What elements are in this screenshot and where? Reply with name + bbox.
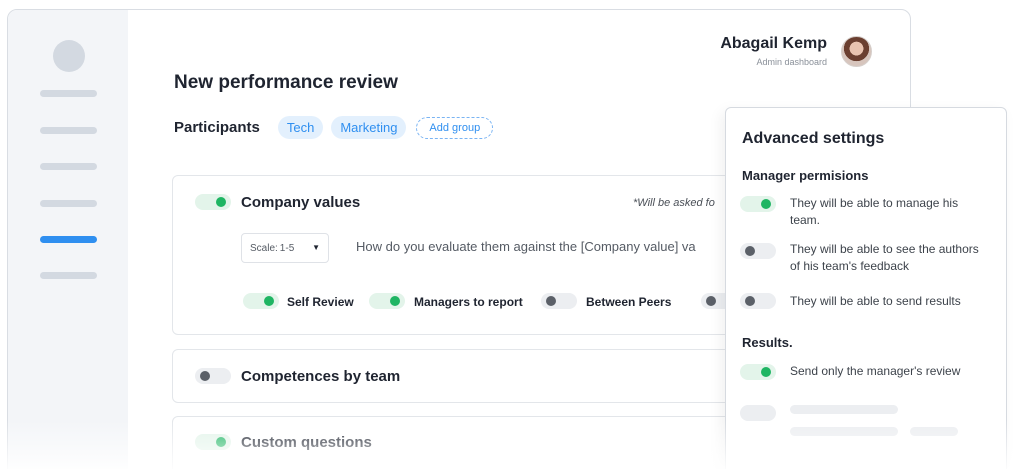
page-title: New performance review (174, 72, 398, 93)
participants-label: Participants (174, 119, 260, 136)
sidebar-item-1[interactable] (40, 90, 97, 97)
scale-select[interactable]: Scale: 1-5 ▼ (241, 233, 329, 263)
group-chip-tech[interactable]: Tech (277, 116, 324, 139)
skeleton-toggle (740, 405, 776, 421)
permission-toggle-send-results[interactable] (740, 293, 776, 309)
user-name: Abagail Kemp (720, 35, 827, 52)
group-chip-marketing[interactable]: Marketing (331, 116, 407, 139)
chevron-down-icon: ▼ (312, 243, 320, 252)
skeleton-line (910, 427, 958, 436)
section-toggle-custom-questions[interactable] (195, 434, 231, 450)
section-title: Custom questions (241, 434, 372, 451)
option-label-self-review: Self Review (287, 295, 354, 309)
option-label-managers-to-report: Managers to report (414, 295, 523, 309)
participants-row: Participants Tech Marketing Add group (174, 116, 494, 139)
permission-text-see-authors: They will be able to see the authors of … (790, 242, 979, 273)
permission-toggle-manage-team[interactable] (740, 196, 776, 212)
add-group-button[interactable]: Add group (416, 116, 494, 139)
avatar[interactable] (841, 35, 872, 67)
sidebar-item-4[interactable] (40, 200, 97, 207)
sidebar-item-3[interactable] (40, 163, 97, 170)
scale-label: Scale: (250, 242, 278, 254)
user-profile[interactable]: Abagail Kemp Admin dashboard (720, 35, 872, 67)
skeleton-line (790, 427, 898, 436)
results-text-manager-review: Send only the manager's review (790, 364, 961, 378)
section-toggle-company-values[interactable] (195, 194, 231, 210)
advanced-settings-panel: Advanced settings Manager permisions The… (725, 107, 1007, 469)
panel-title: Advanced settings (742, 130, 885, 147)
skeleton-line (790, 405, 898, 414)
permission-toggle-see-authors[interactable] (740, 243, 776, 259)
manager-permissions-title: Manager permisions (742, 168, 869, 183)
user-role: Admin dashboard (756, 57, 827, 67)
section-note: *Will be asked fo (633, 197, 715, 209)
scale-value: 1-5 (279, 242, 295, 254)
sidebar-item-2[interactable] (40, 127, 97, 134)
option-label-between-peers: Between Peers (586, 295, 672, 309)
sidebar-avatar-placeholder[interactable] (53, 40, 85, 72)
sidebar-item-active[interactable] (40, 236, 97, 243)
results-title: Results. (742, 335, 793, 350)
results-toggle-manager-review[interactable] (740, 364, 776, 380)
sidebar-item-6[interactable] (40, 272, 97, 279)
option-toggle-self-review[interactable] (243, 293, 279, 309)
permission-text-manage-team: They will be able to manage his team. (790, 196, 959, 227)
permission-text-send-results: They will be able to send results (790, 294, 961, 308)
sidebar (8, 10, 128, 469)
question-text: How do you evaluate them against the [Co… (356, 239, 696, 254)
section-title: Competences by team (241, 368, 401, 385)
section-title: Company values (241, 194, 361, 211)
option-toggle-between-peers[interactable] (541, 293, 577, 309)
option-toggle-managers-to-report[interactable] (369, 293, 405, 309)
section-toggle-competences-by-team[interactable] (195, 368, 231, 384)
